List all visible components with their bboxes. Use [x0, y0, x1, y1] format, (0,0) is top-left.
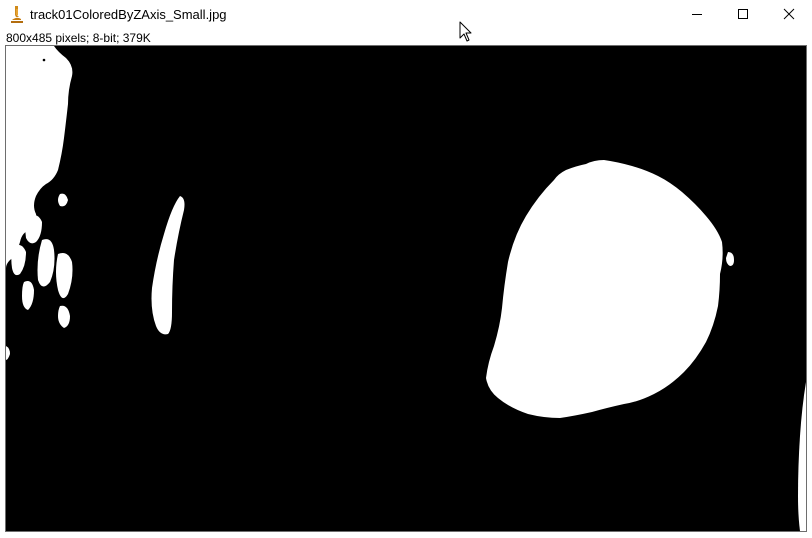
image-canvas[interactable] — [5, 45, 807, 532]
dot — [42, 58, 46, 62]
close-button[interactable] — [766, 0, 812, 31]
minimize-button[interactable] — [674, 0, 720, 31]
close-icon — [783, 7, 795, 25]
window-title: track01ColoredByZAxis_Small.jpg — [30, 7, 227, 22]
binary-image — [6, 46, 806, 531]
image-info-line: 800x485 pixels; 8-bit; 379K — [6, 31, 151, 45]
imagej-microscope-icon — [9, 5, 25, 25]
title-bar[interactable]: track01ColoredByZAxis_Small.jpg — [0, 0, 812, 31]
mouse-cursor-icon — [459, 21, 473, 43]
minimize-icon — [691, 7, 703, 25]
image-window: track01ColoredByZAxis_Small.jpg 800x485 … — [0, 0, 812, 538]
maximize-icon — [737, 7, 749, 25]
maximize-button[interactable] — [720, 0, 766, 31]
